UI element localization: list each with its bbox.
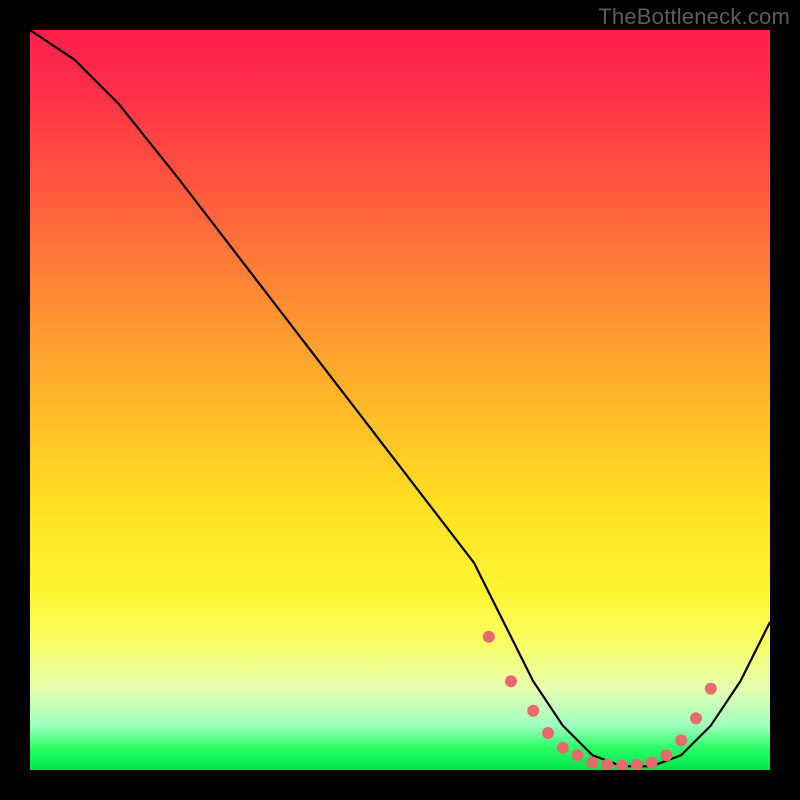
curve-svg: [30, 30, 770, 770]
marker-dot: [505, 675, 517, 687]
watermark-text: TheBottleneck.com: [598, 4, 790, 30]
marker-dot: [631, 759, 643, 770]
marker-dot: [572, 749, 584, 761]
chart-frame: [30, 30, 770, 770]
marker-dot: [705, 683, 717, 695]
marker-dot: [483, 631, 495, 643]
marker-dot: [527, 705, 539, 717]
marker-dot: [616, 760, 628, 770]
marker-dot: [542, 727, 554, 739]
marker-dot: [675, 734, 687, 746]
marker-dot: [646, 757, 658, 769]
marker-dot: [557, 742, 569, 754]
marker-dot: [601, 759, 613, 770]
marker-dot: [690, 712, 702, 724]
curve-path: [30, 30, 770, 766]
marker-dot: [586, 757, 598, 769]
marker-dot: [660, 749, 672, 761]
